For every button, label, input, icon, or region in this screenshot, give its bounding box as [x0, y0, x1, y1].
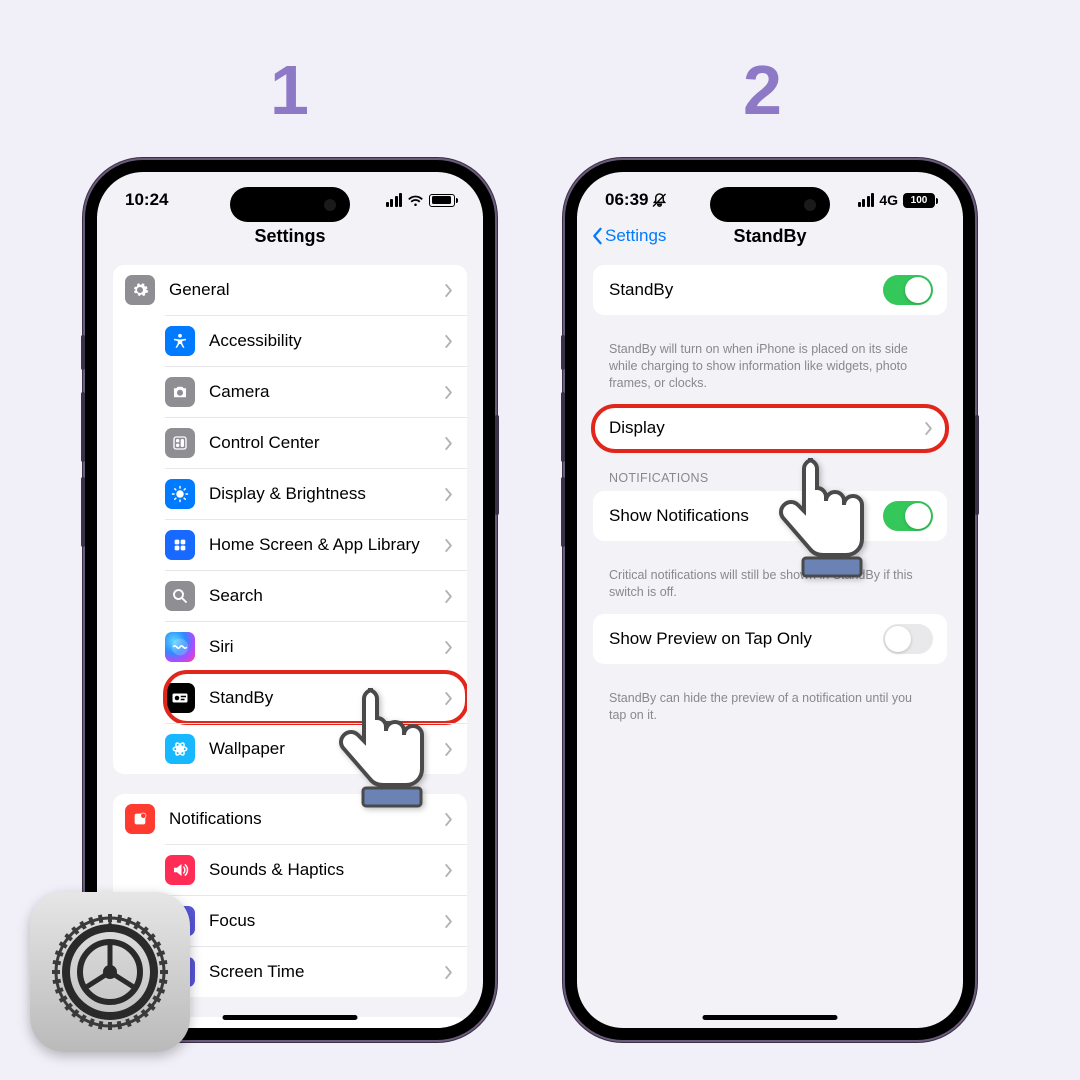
cellular-icon	[858, 193, 875, 207]
row-label: Display & Brightness	[209, 484, 445, 504]
nav-bar: Settings	[97, 216, 483, 259]
chevron-right-icon	[445, 692, 453, 705]
status-time: 06:39	[605, 190, 648, 210]
phone-frame-2: 06:39 4G 100 Settings StandBy StandBy	[565, 160, 975, 1040]
settings-row-search[interactable]: Search	[165, 570, 467, 621]
settings-row-camera[interactable]: Camera	[165, 366, 467, 417]
gear-icon	[125, 275, 155, 305]
chevron-right-icon	[445, 813, 453, 826]
chevron-right-icon	[445, 966, 453, 979]
chevron-right-icon	[445, 386, 453, 399]
row-label: Display	[609, 418, 925, 438]
show-notifications-toggle[interactable]	[883, 501, 933, 531]
row-label: Siri	[209, 637, 445, 657]
notifications-icon	[125, 804, 155, 834]
preview-footer: StandBy can hide the preview of a notifi…	[593, 684, 947, 738]
siri-icon	[165, 632, 195, 662]
camera-icon	[165, 377, 195, 407]
nav-bar: Settings StandBy	[577, 216, 963, 259]
settings-row-home-screen-app-library[interactable]: Home Screen & App Library	[165, 519, 467, 570]
standby-toggle[interactable]	[883, 275, 933, 305]
home-indicator[interactable]	[703, 1015, 838, 1020]
settings-group-1: General Accessibility Camera Control Cen…	[113, 265, 467, 774]
row-label: StandBy	[209, 688, 445, 708]
row-label: Sounds & Haptics	[209, 860, 445, 880]
accessibility-icon	[165, 326, 195, 356]
standby-footer-text: StandBy will turn on when iPhone is plac…	[593, 335, 947, 406]
status-time: 10:24	[125, 190, 168, 210]
home-screen-icon	[165, 530, 195, 560]
standby-icon	[165, 683, 195, 713]
settings-row-screen-time[interactable]: Screen Time	[165, 946, 467, 997]
battery-icon	[429, 194, 455, 207]
settings-row-siri[interactable]: Siri	[165, 621, 467, 672]
settings-row-control-center[interactable]: Control Center	[165, 417, 467, 468]
chevron-right-icon	[445, 743, 453, 756]
brightness-icon	[165, 479, 195, 509]
step-number-1: 1	[270, 50, 309, 130]
chevron-right-icon	[445, 641, 453, 654]
settings-row-general[interactable]: General	[113, 265, 467, 315]
silent-icon	[652, 193, 667, 208]
row-label: Screen Time	[209, 962, 445, 982]
chevron-right-icon	[445, 437, 453, 450]
row-label: Focus	[209, 911, 445, 931]
page-title: Settings	[97, 226, 483, 247]
dynamic-island	[230, 187, 350, 222]
chevron-right-icon	[445, 284, 453, 297]
row-label: Home Screen & App Library	[209, 535, 445, 555]
dynamic-island	[710, 187, 830, 222]
chevron-right-icon	[925, 422, 933, 435]
row-label: Search	[209, 586, 445, 606]
chevron-right-icon	[445, 864, 453, 877]
chevron-right-icon	[445, 335, 453, 348]
standby-toggle-group: StandBy	[593, 265, 947, 315]
chevron-back-icon	[591, 227, 603, 245]
display-row-group: Display	[593, 406, 947, 451]
standby-toggle-row[interactable]: StandBy	[593, 265, 947, 315]
row-label: Control Center	[209, 433, 445, 453]
cellular-icon	[386, 193, 403, 207]
chevron-right-icon	[445, 539, 453, 552]
settings-row-sounds-haptics[interactable]: Sounds & Haptics	[165, 844, 467, 895]
settings-row-wallpaper[interactable]: Wallpaper	[165, 723, 467, 774]
search-icon	[165, 581, 195, 611]
display-row[interactable]: Display	[593, 406, 947, 451]
row-label: Show Preview on Tap Only	[609, 629, 883, 649]
sounds-icon	[165, 855, 195, 885]
notifications-header: NOTIFICATIONS	[593, 471, 947, 491]
row-label: Camera	[209, 382, 445, 402]
chevron-right-icon	[445, 488, 453, 501]
row-label: Show Notifications	[609, 506, 883, 526]
preview-group: Show Preview on Tap Only	[593, 614, 947, 664]
chevron-right-icon	[445, 915, 453, 928]
settings-row-notifications[interactable]: Notifications	[113, 794, 467, 844]
settings-app-icon	[30, 892, 190, 1052]
battery-icon: 100	[903, 193, 935, 208]
show-notifications-group: Show Notifications	[593, 491, 947, 541]
settings-row-focus[interactable]: Focus	[165, 895, 467, 946]
network-label: 4G	[879, 192, 898, 208]
back-button[interactable]: Settings	[591, 226, 666, 246]
row-label: StandBy	[609, 280, 883, 300]
preview-toggle[interactable]	[883, 624, 933, 654]
row-label: Wallpaper	[209, 739, 445, 759]
settings-row-display-brightness[interactable]: Display & Brightness	[165, 468, 467, 519]
row-label: Accessibility	[209, 331, 445, 351]
home-indicator[interactable]	[223, 1015, 358, 1020]
show-notifications-footer: Critical notifications will still be sho…	[593, 561, 947, 615]
row-label: General	[169, 280, 445, 300]
step-number-2: 2	[743, 50, 782, 130]
chevron-right-icon	[445, 590, 453, 603]
wallpaper-icon	[165, 734, 195, 764]
row-label: Notifications	[169, 809, 445, 829]
show-notifications-row[interactable]: Show Notifications	[593, 491, 947, 541]
settings-row-accessibility[interactable]: Accessibility	[165, 315, 467, 366]
wifi-icon	[407, 194, 424, 207]
control-center-icon	[165, 428, 195, 458]
settings-row-standby[interactable]: StandBy	[165, 672, 467, 723]
preview-row[interactable]: Show Preview on Tap Only	[593, 614, 947, 664]
